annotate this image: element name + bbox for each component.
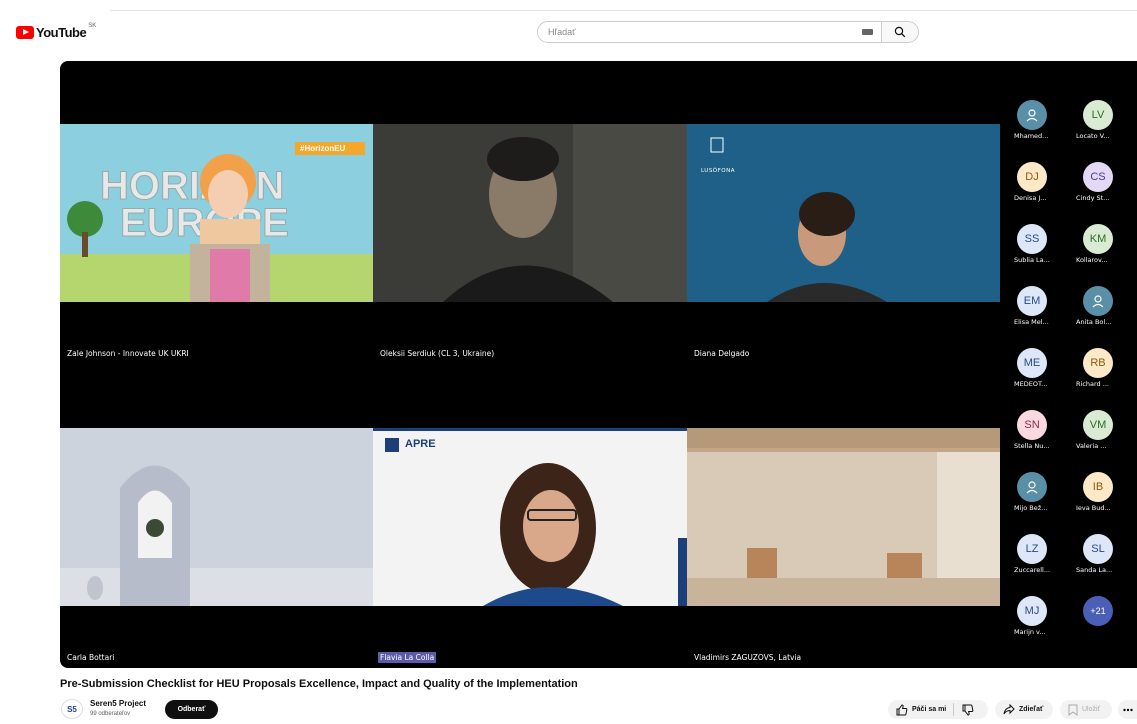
country-code: SK (88, 23, 97, 29)
participant-avatar-10[interactable]: RB (1083, 348, 1113, 378)
participant-label-13: Mijo Bež... (1014, 504, 1048, 512)
lusofona-logo: LUSÓFONA (701, 168, 736, 174)
person-icon (1026, 109, 1038, 122)
top-divider (110, 10, 1137, 11)
apre-logo: APRE (405, 438, 436, 450)
dislike-button[interactable] (954, 704, 974, 716)
logo-text: YouTube (36, 24, 87, 40)
participant-label-11: Stella Nu... (1014, 442, 1050, 450)
participant-label-17: Marijn v... (1014, 628, 1046, 636)
video-tile-carla-bottari (60, 428, 373, 606)
share-icon (1003, 703, 1015, 714)
diana-video-frame (687, 124, 1000, 302)
more-horizontal-icon (1122, 708, 1133, 711)
youtube-logo[interactable]: YouTube SK (16, 23, 97, 40)
participant-avatar-5[interactable]: SS (1017, 224, 1047, 254)
youtube-play-icon (16, 25, 34, 39)
thumbs-down-icon (962, 704, 974, 716)
participant-label-12: Valeria ... (1076, 442, 1107, 450)
tile-name-vladimirs-zaguzovs: Vladimirs ZAGUZOVS, Latvia (694, 653, 802, 662)
participant-avatar-1[interactable] (1017, 100, 1047, 130)
participant-avatar-16[interactable]: SL (1083, 534, 1113, 564)
tile-name-zale-johnson: Zale Johnson - Innovate UK UKRI (67, 349, 189, 358)
participant-label-1: Mhamed... (1014, 132, 1049, 140)
video-title: Pre-Submission Checklist for HEU Proposa… (60, 678, 578, 690)
vladimirs-video-frame (687, 428, 1000, 606)
tile-name-oleksii-serdiuk: Oleksii Serdiuk (CL 3, Ukraine) (380, 349, 495, 358)
person-icon (1092, 295, 1104, 308)
video-tile-flavia-la-colla: APRE (373, 428, 687, 606)
like-label: Páči sa mi (912, 706, 947, 713)
search-icon (894, 26, 906, 38)
participant-label-16: Sanda La... (1076, 566, 1113, 574)
participant-avatar-9[interactable]: ME (1017, 348, 1047, 378)
search-input[interactable] (548, 27, 862, 37)
oleksii-video-frame (373, 124, 687, 302)
channel-name[interactable]: Seren5 Project (90, 699, 146, 708)
video-tile-vladimirs-zaguzovs (687, 428, 1000, 606)
participant-label-7: Elisa Mel... (1014, 318, 1049, 326)
save-label: Uložiť (1082, 706, 1101, 713)
search-box[interactable] (537, 21, 882, 43)
participant-label-3: Denisa J... (1014, 194, 1047, 202)
like-button[interactable]: Páči sa mi (888, 703, 947, 716)
person-icon (1026, 481, 1038, 494)
participant-avatar-4[interactable]: CS (1083, 162, 1113, 192)
participant-avatar-11[interactable]: SN (1017, 410, 1047, 440)
horizon-tag: #HorizonEU (300, 144, 346, 153)
flavia-video-frame (373, 428, 687, 606)
participant-label-6: Kollarov... (1076, 256, 1108, 264)
subscribe-button[interactable]: Odberať (165, 700, 218, 719)
participant-avatar-8[interactable] (1083, 286, 1113, 316)
participant-avatar-6[interactable]: KM (1083, 224, 1113, 254)
like-dislike-group: Páči sa mi (888, 700, 988, 719)
video-player[interactable]: HORIZON EUROPE #HorizonEU Zale Johnson -… (60, 61, 1137, 668)
participant-avatar-2[interactable]: LV (1083, 100, 1113, 130)
keyboard-icon[interactable] (862, 29, 873, 35)
participant-label-2: Locato V... (1076, 132, 1110, 140)
more-participants-button[interactable]: +21 (1083, 596, 1113, 626)
participant-avatar-7[interactable]: EM (1017, 286, 1047, 316)
bookmark-icon (1068, 704, 1078, 716)
more-actions-button[interactable] (1118, 700, 1137, 719)
tile-name-carla-bottari: Carla Bottari (67, 653, 115, 662)
participant-label-10: Richard ... (1076, 380, 1109, 388)
participant-avatar-13[interactable] (1017, 472, 1047, 502)
participant-label-14: Ieva Bud... (1076, 504, 1111, 512)
participant-avatar-12[interactable]: VM (1083, 410, 1113, 440)
participant-label-8: Anita Bol... (1076, 318, 1112, 326)
channel-avatar[interactable]: S5 (61, 699, 83, 719)
save-button[interactable]: Uložiť (1060, 700, 1112, 719)
video-tile-oleksii-serdiuk (373, 124, 687, 302)
subscriber-count: 99 odberateľov (90, 711, 131, 717)
participant-label-15: Zuccarell... (1014, 566, 1051, 574)
thumbs-up-icon (896, 703, 908, 715)
video-tile-zale-johnson: HORIZON EUROPE #HorizonEU (60, 124, 373, 302)
participant-avatar-15[interactable]: LZ (1017, 534, 1047, 564)
participant-label-9: MEDEOT... (1014, 380, 1048, 388)
share-label: Zdieľať (1019, 706, 1044, 713)
participant-label-5: Sublia La... (1014, 256, 1050, 264)
participant-label-4: Cindy St... (1076, 194, 1110, 202)
search-button[interactable] (882, 21, 919, 43)
video-tile-diana-delgado: LUSÓFONA (687, 124, 1000, 302)
share-button[interactable]: Zdieľať (995, 700, 1053, 719)
participant-avatar-3[interactable]: DJ (1017, 162, 1047, 192)
tile-name-diana-delgado: Diana Delgado (694, 349, 750, 358)
participant-avatar-17[interactable]: MJ (1017, 596, 1047, 626)
participant-avatar-14[interactable]: IB (1083, 472, 1113, 502)
carla-video-frame (60, 428, 373, 606)
tile-name-flavia-la-colla: Flavia La Colla (378, 652, 437, 663)
